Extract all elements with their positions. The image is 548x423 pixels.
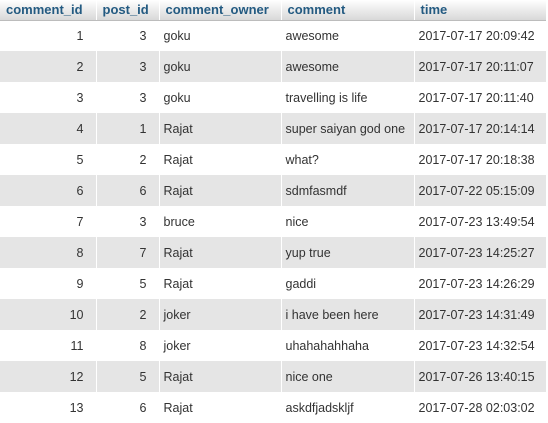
table-row[interactable]: 9 5 Rajat gaddi 2017-07-23 14:26:29 bbox=[0, 268, 546, 299]
cell-post-id: 3 bbox=[96, 51, 160, 82]
column-header-time[interactable]: time bbox=[414, 0, 546, 21]
cell-comment: what? bbox=[281, 144, 415, 175]
table-row[interactable]: 12 5 Rajat nice one 2017-07-26 13:40:15 bbox=[0, 361, 546, 392]
cell-time: 2017-07-22 05:15:09 bbox=[414, 175, 546, 206]
cell-comment-owner: Rajat bbox=[159, 175, 282, 206]
cell-comment: super saiyan god one bbox=[281, 113, 415, 144]
cell-comment-owner: Rajat bbox=[159, 268, 282, 299]
cell-comment: travelling is life bbox=[281, 82, 415, 113]
cell-comment: yup true bbox=[281, 237, 415, 268]
cell-comment: uhahahahhaha bbox=[281, 330, 415, 361]
cell-post-id: 7 bbox=[96, 237, 160, 268]
table-row[interactable]: 13 6 Rajat askdfjadskljf 2017-07-28 02:03:02 bbox=[0, 392, 546, 423]
cell-comment-id: 4 bbox=[0, 113, 97, 144]
cell-time: 2017-07-26 13:40:15 bbox=[414, 361, 546, 392]
column-header-comment-id[interactable]: comment_id bbox=[0, 0, 97, 21]
cell-post-id: 2 bbox=[96, 299, 160, 330]
cell-comment: nice one bbox=[281, 361, 415, 392]
cell-comment: askdfjadskljf bbox=[281, 392, 415, 423]
table-body: 1 3 goku awesome 2017-07-17 20:09:42 2 3 goku aw… bbox=[0, 20, 546, 423]
cell-comment-owner: goku bbox=[159, 20, 282, 51]
table-row[interactable]: 7 3 bruce nice 2017-07-23 13:49:54 bbox=[0, 206, 546, 237]
cell-post-id: 2 bbox=[96, 144, 160, 175]
table-row[interactable]: 5 2 Rajat what? 2017-07-17 20:18:38 bbox=[0, 144, 546, 175]
cell-comment-id: 12 bbox=[0, 361, 97, 392]
cell-post-id: 3 bbox=[96, 206, 160, 237]
cell-time: 2017-07-17 20:14:14 bbox=[414, 113, 546, 144]
cell-post-id: 1 bbox=[96, 113, 160, 144]
cell-comment: nice bbox=[281, 206, 415, 237]
cell-time: 2017-07-23 14:25:27 bbox=[414, 237, 546, 268]
table-row[interactable]: 4 1 Rajat super saiyan god one 2017-07-17 20… bbox=[0, 113, 546, 144]
cell-comment-id: 9 bbox=[0, 268, 97, 299]
cell-comment-owner: goku bbox=[159, 51, 282, 82]
table-row[interactable]: 2 3 goku awesome 2017-07-17 20:11:07 bbox=[0, 51, 546, 82]
column-header-comment-owner[interactable]: comment_owner bbox=[159, 0, 282, 21]
cell-time: 2017-07-23 13:49:54 bbox=[414, 206, 546, 237]
cell-comment-id: 5 bbox=[0, 144, 97, 175]
cell-time: 2017-07-23 14:26:29 bbox=[414, 268, 546, 299]
cell-comment-id: 6 bbox=[0, 175, 97, 206]
table-row[interactable]: 10 2 joker i have been here 2017-07-23 14:31… bbox=[0, 299, 546, 330]
cell-post-id: 6 bbox=[96, 175, 160, 206]
cell-comment-owner: Rajat bbox=[159, 237, 282, 268]
cell-post-id: 3 bbox=[96, 20, 160, 51]
table-row[interactable]: 3 3 goku travelling is life 2017-07-17 20:11… bbox=[0, 82, 546, 113]
cell-comment-id: 8 bbox=[0, 237, 97, 268]
header-row: comment_id post_id comment_owner comment… bbox=[0, 0, 546, 21]
cell-time: 2017-07-28 02:03:02 bbox=[414, 392, 546, 423]
cell-time: 2017-07-17 20:18:38 bbox=[414, 144, 546, 175]
column-header-comment[interactable]: comment bbox=[281, 0, 415, 21]
cell-comment: awesome bbox=[281, 51, 415, 82]
cell-time: 2017-07-17 20:11:07 bbox=[414, 51, 546, 82]
cell-comment-owner: Rajat bbox=[159, 113, 282, 144]
cell-comment: i have been here bbox=[281, 299, 415, 330]
cell-comment-owner: bruce bbox=[159, 206, 282, 237]
cell-comment-owner: goku bbox=[159, 82, 282, 113]
cell-comment-owner: Rajat bbox=[159, 144, 282, 175]
table-row[interactable]: 1 3 goku awesome 2017-07-17 20:09:42 bbox=[0, 20, 546, 51]
cell-comment: gaddi bbox=[281, 268, 415, 299]
cell-comment-owner: Rajat bbox=[159, 361, 282, 392]
cell-comment-id: 11 bbox=[0, 330, 97, 361]
cell-comment-owner: Rajat bbox=[159, 392, 282, 423]
cell-post-id: 3 bbox=[96, 82, 160, 113]
cell-comment-owner: joker bbox=[159, 330, 282, 361]
cell-comment: sdmfasmdf bbox=[281, 175, 415, 206]
column-header-post-id[interactable]: post_id bbox=[96, 0, 160, 21]
cell-comment: awesome bbox=[281, 20, 415, 51]
table-row[interactable]: 11 8 joker uhahahahhaha 2017-07-23 14:32:54 bbox=[0, 330, 546, 361]
table-row[interactable]: 8 7 Rajat yup true 2017-07-23 14:25:27 bbox=[0, 237, 546, 268]
cell-comment-id: 10 bbox=[0, 299, 97, 330]
cell-comment-id: 2 bbox=[0, 51, 97, 82]
cell-comment-owner: joker bbox=[159, 299, 282, 330]
cell-time: 2017-07-17 20:11:40 bbox=[414, 82, 546, 113]
cell-time: 2017-07-23 14:31:49 bbox=[414, 299, 546, 330]
cell-comment-id: 13 bbox=[0, 392, 97, 423]
cell-comment-id: 1 bbox=[0, 20, 97, 51]
cell-comment-id: 7 bbox=[0, 206, 97, 237]
cell-time: 2017-07-23 14:32:54 bbox=[414, 330, 546, 361]
cell-time: 2017-07-17 20:09:42 bbox=[414, 20, 546, 51]
results-table: comment_id post_id comment_owner comment… bbox=[0, 0, 546, 423]
cell-post-id: 8 bbox=[96, 330, 160, 361]
cell-post-id: 5 bbox=[96, 361, 160, 392]
cell-comment-id: 3 bbox=[0, 82, 97, 113]
table-header: comment_id post_id comment_owner comment… bbox=[0, 0, 546, 21]
cell-post-id: 5 bbox=[96, 268, 160, 299]
table-row[interactable]: 6 6 Rajat sdmfasmdf 2017-07-22 05:15:09 bbox=[0, 175, 546, 206]
cell-post-id: 6 bbox=[96, 392, 160, 423]
